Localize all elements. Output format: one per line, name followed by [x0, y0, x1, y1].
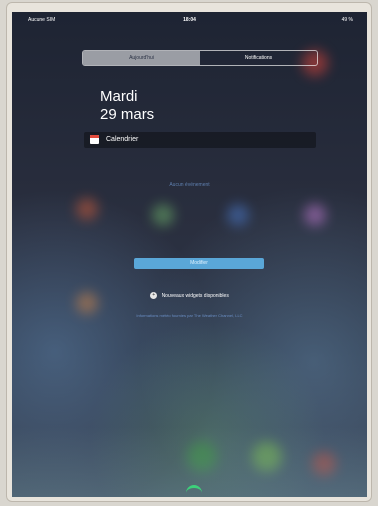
plus-icon: +	[150, 292, 158, 299]
no-events-text: Aucun événement	[169, 182, 210, 188]
blurred-app-icon	[227, 204, 249, 226]
notification-center-tabs: Aujourd'hui Notifications	[82, 50, 318, 66]
clock: 18:04	[183, 17, 196, 23]
battery-indicator: 49 %	[341, 17, 353, 23]
blurred-app-icon	[304, 204, 326, 226]
weather-attribution: Informations météo fournies par The Weat…	[136, 313, 243, 318]
calendar-icon	[90, 135, 99, 144]
new-widgets-notice[interactable]: + Nouveaux widgets disponibles	[12, 292, 367, 299]
tab-today[interactable]: Aujourd'hui	[83, 51, 200, 65]
grabber-handle-icon[interactable]	[186, 485, 202, 496]
blurred-app-icon	[76, 198, 98, 220]
edit-button[interactable]: Modifier	[134, 258, 264, 269]
new-widgets-label: Nouveaux widgets disponibles	[161, 292, 229, 299]
lock-screen: Aucune SIM 18:04 49 % Aujourd'hui Notifi…	[12, 12, 367, 497]
tab-notifications[interactable]: Notifications	[200, 51, 317, 65]
date-label: 29 mars	[100, 106, 155, 123]
blurred-app-icon	[152, 204, 174, 226]
weekday-label: Mardi	[100, 88, 138, 105]
calendar-widget-title: Calendrier	[106, 136, 139, 143]
calendar-widget-header[interactable]: Calendrier	[84, 132, 316, 148]
status-bar: Aucune SIM 18:04 49 %	[12, 12, 367, 28]
